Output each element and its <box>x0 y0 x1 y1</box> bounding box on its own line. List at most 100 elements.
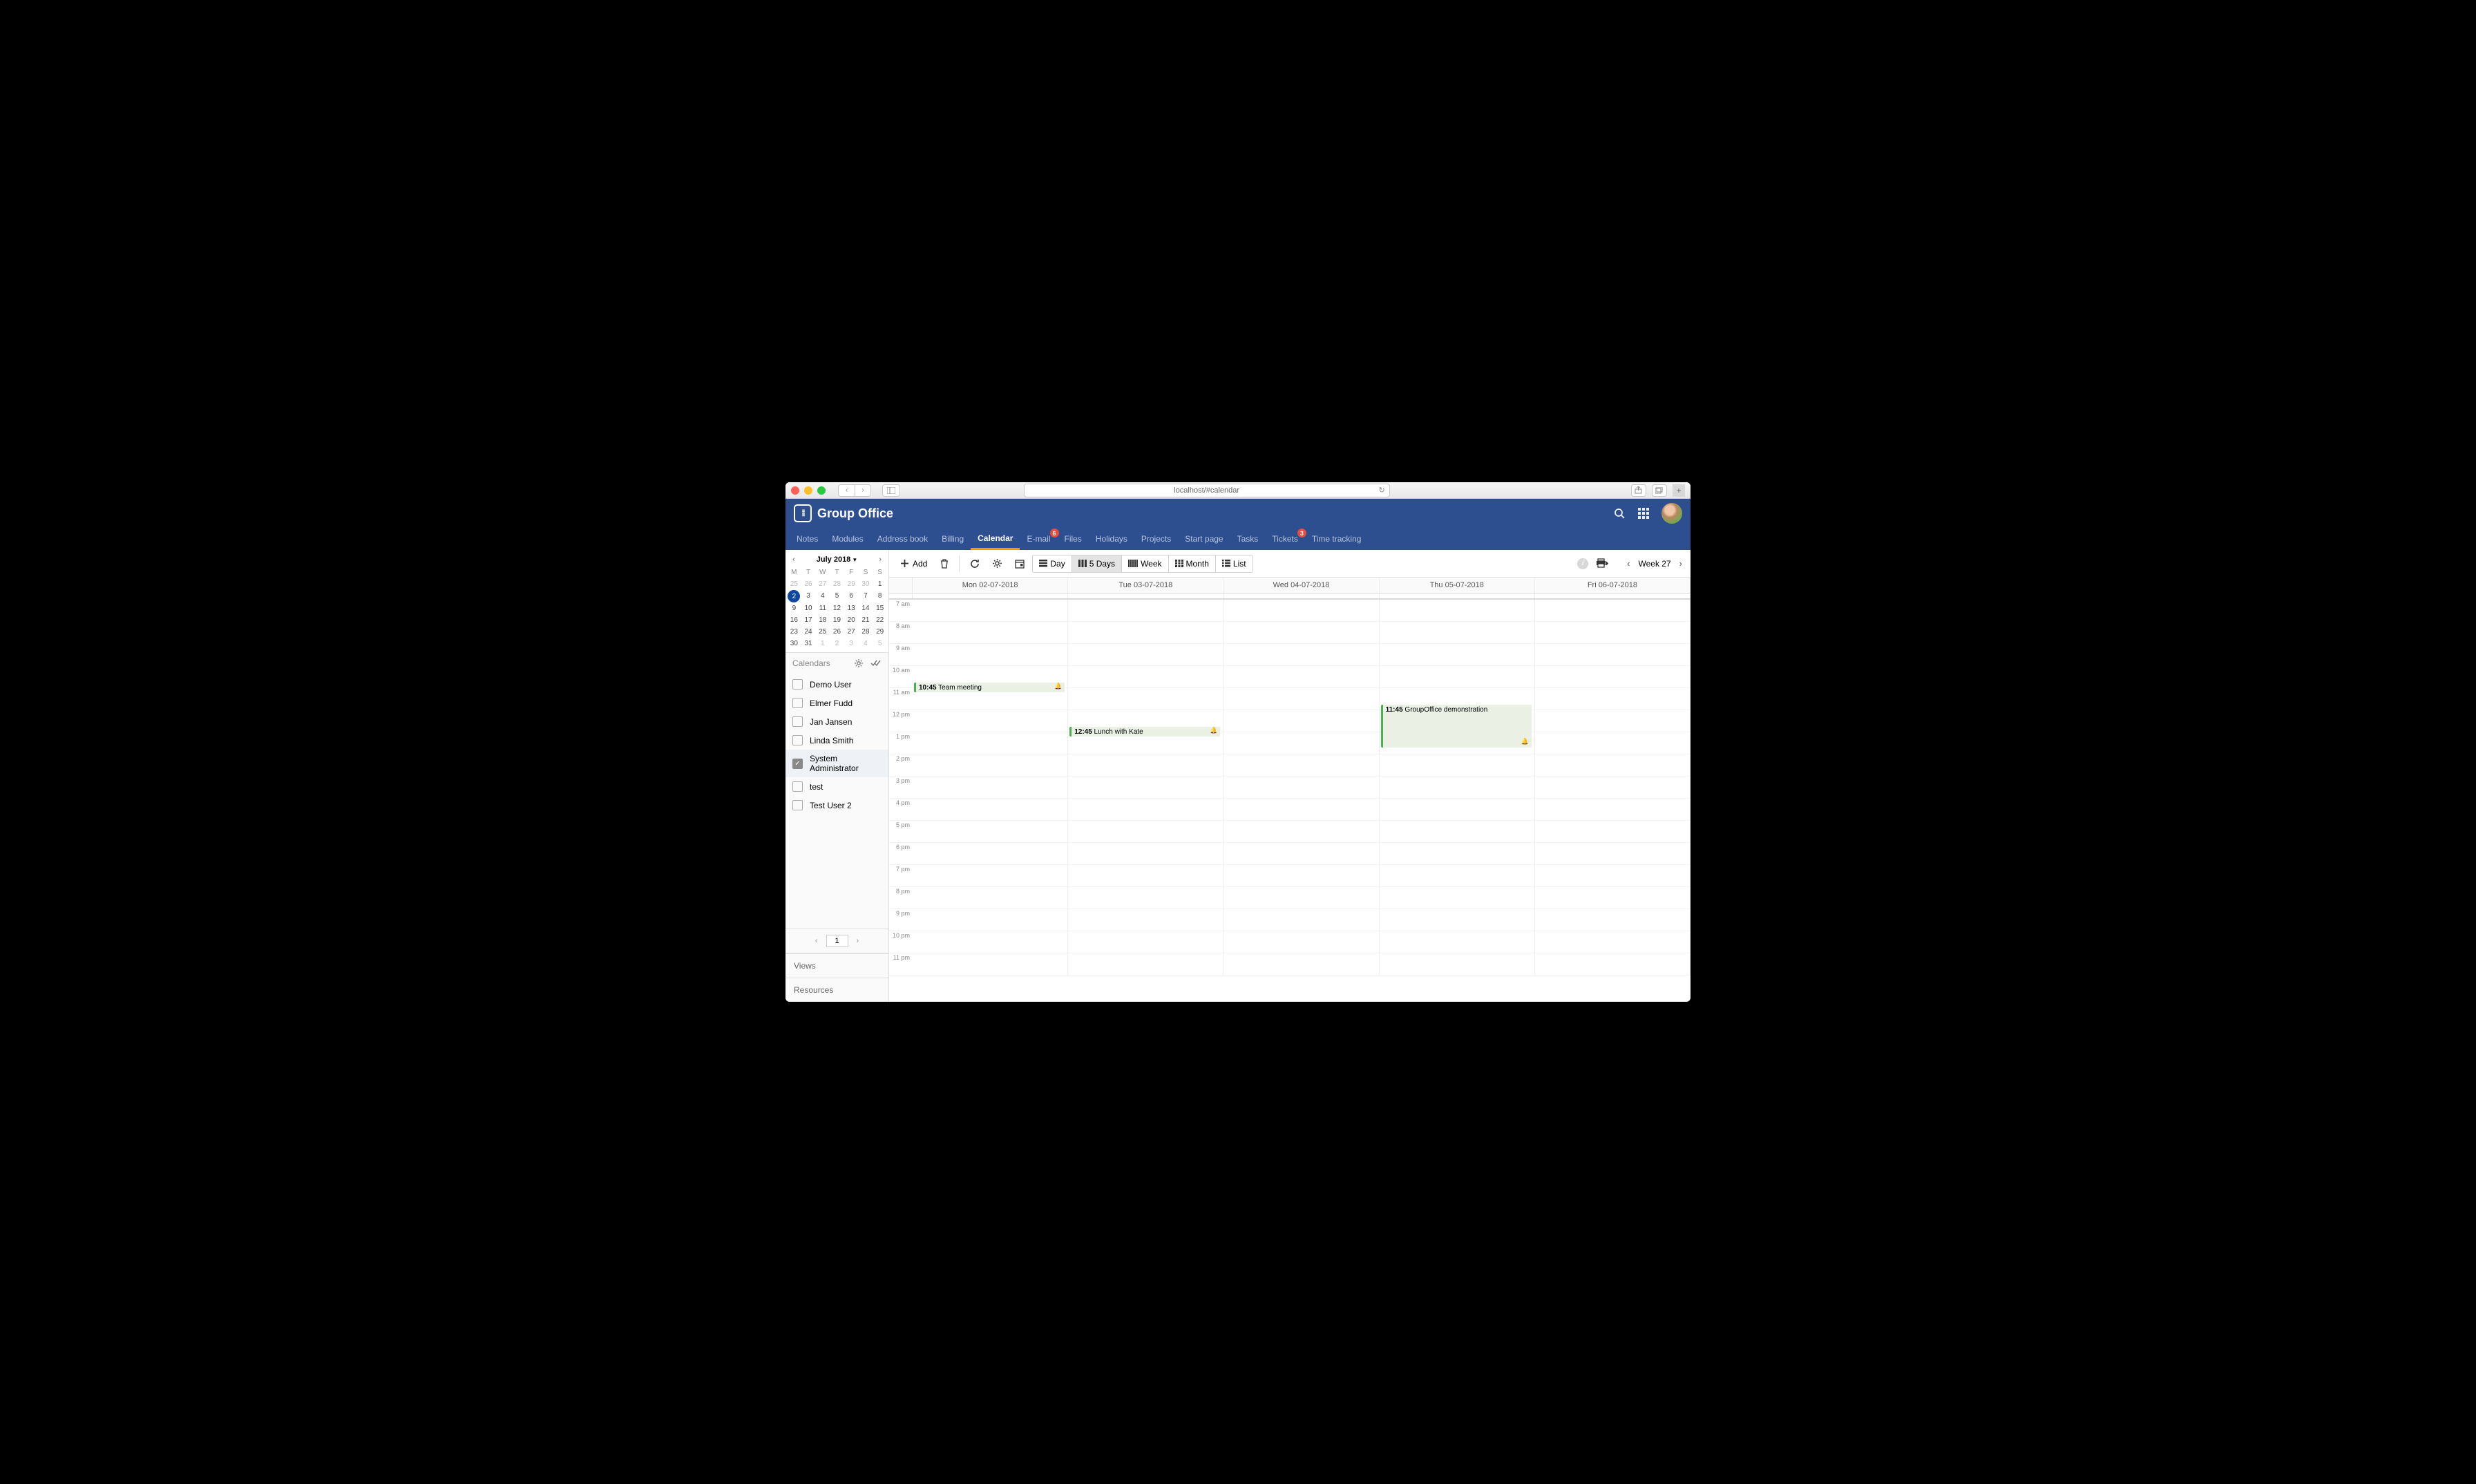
nav-tab-notes[interactable]: Notes <box>790 528 825 550</box>
mini-cal-day[interactable]: 30 <box>859 578 873 590</box>
mini-cal-day[interactable]: 29 <box>844 578 859 590</box>
mini-cal-day[interactable]: 5 <box>873 638 887 649</box>
calendars-check-all[interactable] <box>864 659 882 667</box>
mini-cal-day[interactable]: 14 <box>859 602 873 614</box>
minimize-window[interactable] <box>804 486 812 495</box>
back-button[interactable]: ‹ <box>838 484 855 497</box>
nav-tab-tickets[interactable]: Tickets3 <box>1265 528 1305 550</box>
pager-prev[interactable]: ‹ <box>812 935 821 946</box>
mini-cal-day[interactable]: 6 <box>844 590 859 602</box>
calendar-grid[interactable]: 7 am8 am9 am10 am11 am12 pm1 pm2 pm3 pm4… <box>889 600 1691 1002</box>
day-column[interactable]: 11:45 GroupOffice demonstration🔔 <box>1380 600 1535 976</box>
mini-cal-day[interactable]: 29 <box>873 626 887 638</box>
mini-cal-prev[interactable]: ‹ <box>790 554 798 565</box>
mini-cal-day[interactable]: 8 <box>873 590 887 602</box>
share-button[interactable] <box>1631 484 1646 497</box>
day-column[interactable]: 12:45 Lunch with Kate🔔 <box>1068 600 1223 976</box>
mini-cal-day[interactable]: 28 <box>859 626 873 638</box>
calendar-item[interactable]: Elmer Fudd <box>785 694 888 712</box>
reload-icon[interactable]: ↻ <box>1378 486 1384 495</box>
mini-cal-day[interactable]: 5 <box>830 590 844 602</box>
day-column[interactable] <box>1535 600 1691 976</box>
mini-cal-day[interactable]: 11 <box>815 602 830 614</box>
mini-cal-day[interactable]: 30 <box>787 638 801 649</box>
nav-tab-start-page[interactable]: Start page <box>1178 528 1230 550</box>
mini-cal-day[interactable]: 27 <box>844 626 859 638</box>
user-avatar[interactable] <box>1661 503 1682 524</box>
mini-cal-day[interactable]: 22 <box>873 614 887 626</box>
refresh-button[interactable] <box>965 555 984 572</box>
mini-cal-day[interactable]: 2 <box>830 638 844 649</box>
view-week[interactable]: Week <box>1122 555 1168 572</box>
mini-cal-day[interactable]: 26 <box>830 626 844 638</box>
mini-cal-day[interactable]: 31 <box>801 638 816 649</box>
checkbox[interactable] <box>792 759 803 769</box>
mini-cal-day[interactable]: 25 <box>815 626 830 638</box>
calendar-item[interactable]: System Administrator <box>785 750 888 777</box>
calendar-item[interactable]: Linda Smith <box>785 731 888 750</box>
mini-cal-day[interactable]: 12 <box>830 602 844 614</box>
calendar-event[interactable]: 10:45 Team meeting🔔 <box>914 683 1065 692</box>
pager-next[interactable]: › <box>854 935 862 946</box>
settings-button[interactable] <box>987 555 1007 572</box>
mini-cal-day[interactable]: 23 <box>787 626 801 638</box>
views-section[interactable]: Views <box>785 953 888 978</box>
close-window[interactable] <box>791 486 799 495</box>
calendar-item[interactable]: Demo User <box>785 675 888 694</box>
print-button[interactable] <box>1591 555 1613 572</box>
mini-cal-next[interactable]: › <box>876 554 884 565</box>
calendar-item[interactable]: Test User 2 <box>785 796 888 815</box>
mini-cal-day[interactable]: 10 <box>801 602 816 614</box>
delete-button[interactable] <box>935 555 953 572</box>
checkbox[interactable] <box>792 800 803 810</box>
mini-cal-day[interactable]: 1 <box>873 578 887 590</box>
nav-tab-tasks[interactable]: Tasks <box>1230 528 1266 550</box>
checkbox[interactable] <box>792 716 803 727</box>
checkbox[interactable] <box>792 735 803 745</box>
nav-tab-calendar[interactable]: Calendar <box>971 528 1020 550</box>
checkbox[interactable] <box>792 698 803 708</box>
nav-tab-e-mail[interactable]: E-mail6 <box>1020 528 1057 550</box>
nav-tab-projects[interactable]: Projects <box>1134 528 1178 550</box>
checkbox[interactable] <box>792 679 803 689</box>
week-next[interactable]: › <box>1677 555 1685 571</box>
view-month[interactable]: Month <box>1169 555 1216 572</box>
week-prev[interactable]: ‹ <box>1624 555 1632 571</box>
mini-cal-day[interactable]: 2 <box>788 590 800 602</box>
nav-tab-address-book[interactable]: Address book <box>870 528 935 550</box>
mini-cal-day[interactable]: 3 <box>844 638 859 649</box>
forward-button[interactable]: › <box>855 484 871 497</box>
mini-cal-day[interactable]: 4 <box>815 590 830 602</box>
view-list[interactable]: List <box>1216 555 1253 572</box>
url-bar[interactable]: localhost/#calendar ↻ <box>1024 484 1390 497</box>
mini-cal-day[interactable]: 7 <box>859 590 873 602</box>
nav-tab-files[interactable]: Files <box>1058 528 1089 550</box>
nav-tab-holidays[interactable]: Holidays <box>1089 528 1134 550</box>
app-logo[interactable]: ⦙⦙⦙ Group Office <box>794 504 893 522</box>
view-5-days[interactable]: 5 Days <box>1072 555 1122 572</box>
mini-cal-day[interactable]: 27 <box>815 578 830 590</box>
mini-cal-day[interactable]: 1 <box>815 638 830 649</box>
mini-cal-day[interactable]: 20 <box>844 614 859 626</box>
nav-tab-billing[interactable]: Billing <box>935 528 971 550</box>
calendars-settings[interactable] <box>847 658 864 668</box>
mini-cal-day[interactable]: 25 <box>787 578 801 590</box>
mini-cal-day[interactable]: 17 <box>801 614 816 626</box>
day-column[interactable] <box>1223 600 1379 976</box>
mini-cal-day[interactable]: 13 <box>844 602 859 614</box>
day-column[interactable]: 10:45 Team meeting🔔 <box>913 600 1068 976</box>
checkbox[interactable] <box>792 781 803 792</box>
apps-menu[interactable] <box>1638 508 1649 519</box>
mini-cal-title[interactable]: July 2018 ▼ <box>817 555 857 564</box>
info-button[interactable]: i <box>1577 558 1588 569</box>
calendar-item[interactable]: Jan Jansen <box>785 712 888 731</box>
calendar-event[interactable]: 11:45 GroupOffice demonstration🔔 <box>1381 705 1532 748</box>
mini-cal-day[interactable]: 19 <box>830 614 844 626</box>
mini-cal-day[interactable]: 28 <box>830 578 844 590</box>
mini-cal-day[interactable]: 3 <box>801 590 816 602</box>
add-button[interactable]: Add <box>895 555 933 572</box>
mini-cal-day[interactable]: 16 <box>787 614 801 626</box>
calendar-item[interactable]: test <box>785 777 888 796</box>
mini-cal-day[interactable]: 26 <box>801 578 816 590</box>
maximize-window[interactable] <box>817 486 826 495</box>
